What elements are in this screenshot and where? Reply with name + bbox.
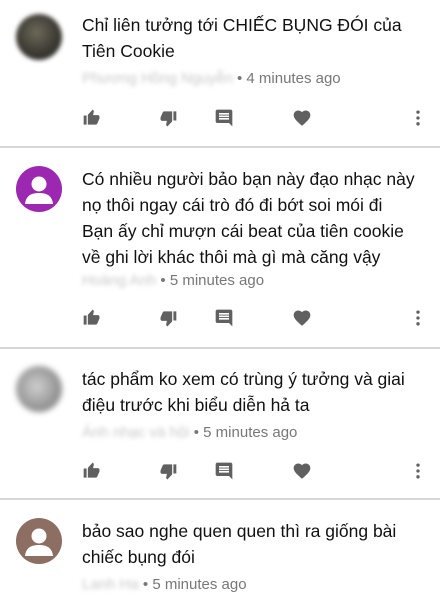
avatar[interactable] [16,166,62,212]
timestamp: 5 minutes ago [203,424,298,441]
divider [0,498,440,500]
comment-meta: Ánh nhạc và hội • 5 minutes ago [82,424,298,441]
thumb-up-icon [83,462,100,478]
heart-icon [293,310,311,326]
reply-icon [215,309,233,327]
thumb-up-button[interactable] [80,306,104,330]
comment-text: bảo sao nghe quen quen thì ra giống bài … [82,521,397,567]
comment-actions [0,459,440,483]
author-name[interactable]: Ánh nhạc và hội [82,424,190,441]
timestamp: 5 minutes ago [152,576,247,593]
divider [0,347,440,349]
divider [0,146,440,148]
reply-button[interactable] [212,306,236,330]
default-avatar-icon [16,518,62,564]
thumb-up-button[interactable] [80,106,104,130]
author-name[interactable]: Hoàng Anh [82,272,156,289]
comment-meta: Hoàng Anh • 5 minutes ago [82,272,265,289]
more-vert-button[interactable] [406,306,430,330]
more-vert-icon [416,463,420,479]
thumb-up-button[interactable] [80,459,104,483]
author-name[interactable]: Lanh Ha [82,576,139,593]
more-vert-icon [416,310,420,326]
comment-meta: Lanh Ha • 5 minutes ago [82,576,247,593]
more-vert-button[interactable] [406,106,430,130]
avatar[interactable] [16,366,62,412]
timestamp: 4 minutes ago [246,70,341,87]
timestamp: 5 minutes ago [169,272,265,289]
reply-icon [215,109,233,127]
thumb-up-icon [83,309,100,325]
comment-actions [0,106,440,130]
heart-button[interactable] [290,306,314,330]
reply-icon [215,462,233,480]
comment-text: Có nhiều người bảo bạn này đạo nhạc này … [82,169,415,267]
avatar[interactable] [16,518,62,564]
thumb-down-button[interactable] [156,459,180,483]
more-vert-button[interactable] [406,459,430,483]
comment-meta: Phương Hồng Nguyễn • 4 minutes ago [82,70,341,87]
heart-button[interactable] [290,459,314,483]
author-name[interactable]: Phương Hồng Nguyễn [82,70,233,87]
reply-button[interactable] [212,459,236,483]
thumb-down-icon [160,111,177,127]
heart-button[interactable] [290,106,314,130]
reply-button[interactable] [212,106,236,130]
avatar[interactable] [16,14,62,60]
thumb-down-icon [160,464,177,480]
thumb-up-icon [83,109,100,125]
heart-icon [293,110,311,126]
thumb-down-button[interactable] [156,306,180,330]
more-vert-icon [416,110,420,126]
comment-text: tác phẩm ko xem có trùng ý tưởng và giai… [82,369,405,415]
default-avatar-icon [16,166,62,212]
thumb-down-button[interactable] [156,106,180,130]
comment-text: Chỉ liên tưởng tới CHIẾC BỤNG ĐÓI của Ti… [82,15,402,61]
thumb-down-icon [160,311,177,327]
heart-icon [293,463,311,479]
comment-actions [0,306,440,330]
